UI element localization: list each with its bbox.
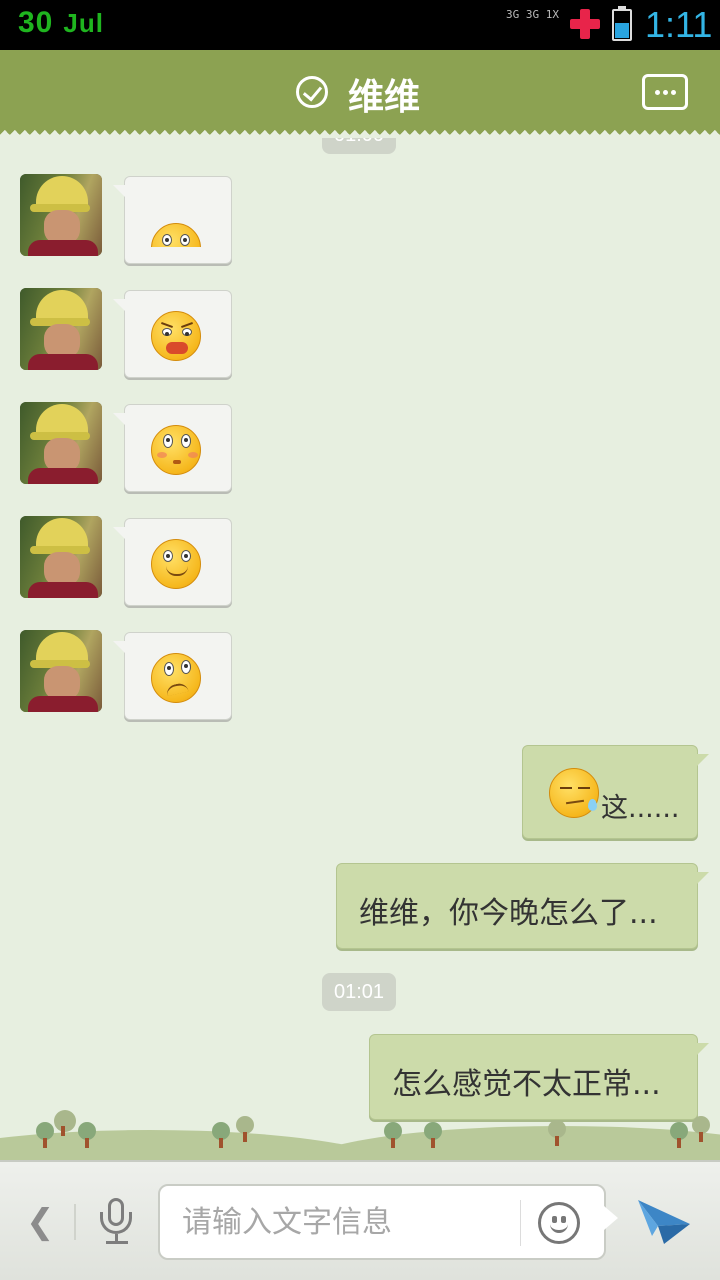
input-bar: ❮ <box>0 1160 720 1280</box>
more-dot <box>671 90 676 95</box>
divider <box>74 1204 76 1240</box>
network-3g-b: 3G <box>525 8 540 21</box>
message-input[interactable] <box>182 1200 502 1244</box>
network-1x: 1X <box>545 8 559 21</box>
chat-more-button[interactable] <box>642 74 688 110</box>
outgoing-message-bubble[interactable]: 这...... <box>522 745 709 839</box>
time-separator-top: 01:00 <box>322 138 396 154</box>
status-bar: 30 Jul 3G 3G 1X 1:11 <box>0 0 720 50</box>
medical-cross-icon <box>570 9 600 39</box>
confused-face-icon <box>151 653 201 703</box>
microphone-icon[interactable] <box>100 1198 134 1246</box>
contact-avatar[interactable] <box>20 288 102 370</box>
peeking-face-icon <box>151 223 201 247</box>
contact-avatar[interactable] <box>20 516 102 598</box>
landscape-decoration <box>0 1100 720 1160</box>
contact-avatar[interactable] <box>20 630 102 712</box>
more-dot <box>663 90 668 95</box>
input-divider <box>520 1200 521 1246</box>
time-separator: 01:01 <box>322 973 396 1011</box>
contact-avatar[interactable] <box>20 174 102 256</box>
message-text: 这...... <box>601 793 680 824</box>
message-input-box[interactable] <box>158 1184 618 1260</box>
incoming-message-bubble[interactable] <box>113 176 232 264</box>
sweat-face-icon <box>549 768 599 818</box>
smiling-face-icon <box>151 539 201 589</box>
incoming-message-bubble[interactable] <box>113 290 232 378</box>
more-dot <box>655 90 660 95</box>
chevron-left-icon[interactable]: ❮ <box>26 1202 55 1242</box>
paper-plane-icon[interactable] <box>636 1196 692 1246</box>
smiley-icon[interactable] <box>538 1202 580 1244</box>
contact-avatar[interactable] <box>20 402 102 484</box>
battery-fill <box>615 22 629 38</box>
outgoing-message-bubble[interactable]: 维维，你今晚怎么了... <box>336 863 709 949</box>
network-3g-a: 3G <box>506 8 520 21</box>
chat-area[interactable]: 01:00 <box>0 138 720 1160</box>
status-day: 30 <box>18 6 54 39</box>
check-circle-icon <box>296 76 328 108</box>
network-indicator: 3G 3G 1X <box>506 8 562 42</box>
battery-icon <box>612 6 632 41</box>
status-date: 30 Jul <box>18 6 104 40</box>
message-text: 维维，你今晚怎么了... <box>359 896 658 931</box>
status-month: Jul <box>63 8 104 38</box>
angry-face-icon <box>151 311 201 361</box>
incoming-message-bubble[interactable] <box>113 404 232 492</box>
incoming-message-bubble[interactable] <box>113 632 232 720</box>
title-bar: 维维 <box>0 50 720 138</box>
incoming-message-bubble[interactable] <box>113 518 232 606</box>
blushing-face-icon <box>151 425 201 475</box>
status-time: 1:11 <box>645 4 713 45</box>
message-text: 怎么感觉不太正常... <box>392 1067 661 1102</box>
contact-name: 维维 <box>348 77 421 118</box>
